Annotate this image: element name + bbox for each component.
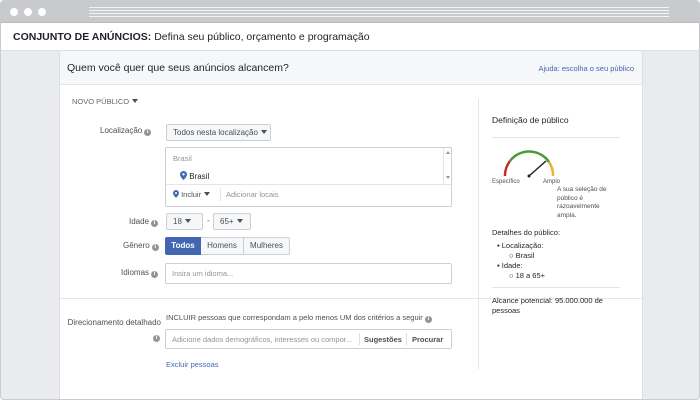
languages-label: Idiomas i: [121, 268, 159, 278]
location-divider: [166, 184, 451, 185]
gauge-left-label: Específico: [492, 179, 520, 185]
languages-placeholder: Insira um idioma...: [172, 269, 234, 278]
location-scope-label: Todos nesta localização: [173, 128, 258, 137]
audience-definition-title: Definição de público: [492, 115, 569, 125]
location-pin-icon: [173, 190, 179, 198]
chevron-down-icon: [236, 219, 243, 223]
audience-dropdown-label: NOVO PÚBLICO: [72, 97, 130, 106]
details-location-value-text: Brasil: [515, 251, 535, 260]
age-max-value: 65+: [220, 217, 234, 226]
panel-title-bar: Quem você quer que seus anúncios alcance…: [60, 51, 642, 85]
window-close-dot[interactable]: [10, 8, 18, 16]
location-box: Brasil Brasil Incluir Adicionar locais: [165, 147, 452, 207]
languages-label-text: Idiomas: [121, 268, 150, 277]
window-maximize-dot[interactable]: [38, 8, 46, 16]
suggestions-button[interactable]: Sugestões: [364, 335, 402, 344]
age-label-text: Idade: [129, 217, 150, 226]
detailed-targeting-info: i: [151, 332, 160, 342]
info-icon[interactable]: i: [424, 316, 432, 323]
include-dropdown[interactable]: Incluir: [173, 190, 211, 199]
location-scope-dropdown[interactable]: Todos nesta localização: [166, 124, 271, 141]
browse-button[interactable]: Procurar: [412, 335, 443, 344]
age-label: Idade i: [129, 217, 159, 227]
potential-reach: Alcance potencial: 95.000.000 de pessoas: [492, 296, 603, 315]
add-locations-input[interactable]: Adicionar locais: [226, 190, 279, 199]
detailed-targeting-input[interactable]: Adicione dados demográficos, interesses …: [165, 329, 452, 349]
details-age-value-text: 18 a 65+: [515, 271, 546, 280]
address-bar[interactable]: [89, 7, 669, 18]
selected-location-label: Brasil: [189, 172, 210, 181]
input-separator: [406, 333, 407, 345]
age-max-dropdown[interactable]: 65+: [213, 213, 251, 230]
panel-title: Quem você quer que seus anúncios alcance…: [67, 62, 289, 74]
audience-panel: Quem você quer que seus anúncios alcance…: [59, 51, 643, 399]
exclude-people-link[interactable]: Excluir pessoas: [166, 360, 219, 369]
gauge-note-line-4: ampla.: [557, 211, 577, 219]
details-location-value: ○ Brasil: [509, 251, 535, 260]
gauge-note-line-3: razoavelmente: [557, 203, 600, 210]
audience-definition-panel: Definição de público Específico Amplo A …: [478, 99, 638, 369]
ad-set-subtitle: Defina seu público, orçamento e programa…: [154, 31, 370, 43]
input-separator: [359, 333, 360, 345]
gauge-right-label: Amplo: [543, 179, 561, 185]
browser-window: CONJUNTO DE ANÚNCIOS: Defina seu público…: [0, 0, 700, 400]
details-age-item: ▪ Idade:: [497, 261, 523, 270]
location-scrollbar[interactable]: [443, 148, 451, 184]
selected-location[interactable]: Brasil: [180, 171, 209, 181]
info-icon[interactable]: i: [153, 335, 160, 342]
location-pin-icon: [180, 171, 187, 180]
info-icon[interactable]: i: [144, 129, 152, 136]
browser-chrome: [1, 1, 699, 23]
detailed-targeting-placeholder: Adicione dados demográficos, interesses …: [172, 335, 353, 344]
ad-set-title: CONJUNTO DE ANÚNCIOS:: [13, 31, 152, 43]
detailed-targeting-instruction: INCLUIR pessoas que correspondam a pelo …: [166, 313, 432, 323]
chevron-down-icon: [132, 99, 139, 103]
audience-dropdown[interactable]: NOVO PÚBLICO: [72, 97, 139, 106]
help-link[interactable]: Ajuda: escolha o seu público: [539, 64, 634, 73]
reach-divider: [492, 287, 620, 288]
include-separator: [220, 188, 221, 201]
details-age-label: Idade:: [501, 261, 523, 270]
definition-divider: [492, 137, 620, 138]
detailed-targeting-label: Direcionamento detalhado: [67, 318, 161, 327]
details-title: Detalhes do público:: [492, 228, 560, 237]
gender-option-mulheres[interactable]: Mulheres: [244, 237, 290, 255]
location-label: Localização i: [100, 126, 152, 136]
gauge-note-line-1: A sua seleção de: [557, 186, 607, 193]
location-country-group: Brasil: [173, 154, 192, 163]
gauge-note: A sua seleção de público é razoavelmente…: [557, 186, 607, 220]
audience-gauge-icon: [503, 150, 555, 178]
gender-option-todos[interactable]: Todos: [165, 237, 201, 255]
gender-option-homens[interactable]: Homens: [201, 237, 244, 255]
chevron-down-icon: [260, 130, 267, 134]
age-separator: -: [207, 216, 210, 225]
gender-label-text: Gênero: [123, 241, 150, 250]
age-min-dropdown[interactable]: 18: [166, 213, 203, 230]
details-age-value: ○ 18 a 65+: [509, 271, 546, 280]
scroll-down-icon[interactable]: [446, 176, 450, 179]
chevron-down-icon: [204, 192, 211, 196]
location-label-text: Localização: [100, 126, 143, 135]
languages-input[interactable]: Insira um idioma...: [165, 263, 452, 284]
window-minimize-dot[interactable]: [24, 8, 32, 16]
details-location-item: ▪ Localização:: [497, 241, 544, 250]
age-min-value: 18: [173, 217, 182, 226]
scroll-up-icon[interactable]: [446, 151, 450, 154]
chevron-down-icon: [184, 219, 191, 223]
detailed-targeting-instruction-text: INCLUIR pessoas que correspondam a pelo …: [166, 313, 423, 322]
ad-set-header: CONJUNTO DE ANÚNCIOS: Defina seu público…: [1, 23, 699, 51]
details-location-label: Localização:: [501, 241, 544, 250]
gender-label: Gênero i: [123, 241, 159, 251]
gauge-note-line-2: público é: [557, 194, 584, 202]
include-label: Incluir: [181, 190, 202, 199]
info-icon[interactable]: i: [151, 271, 159, 278]
info-icon[interactable]: i: [151, 220, 159, 227]
info-icon[interactable]: i: [151, 244, 159, 251]
